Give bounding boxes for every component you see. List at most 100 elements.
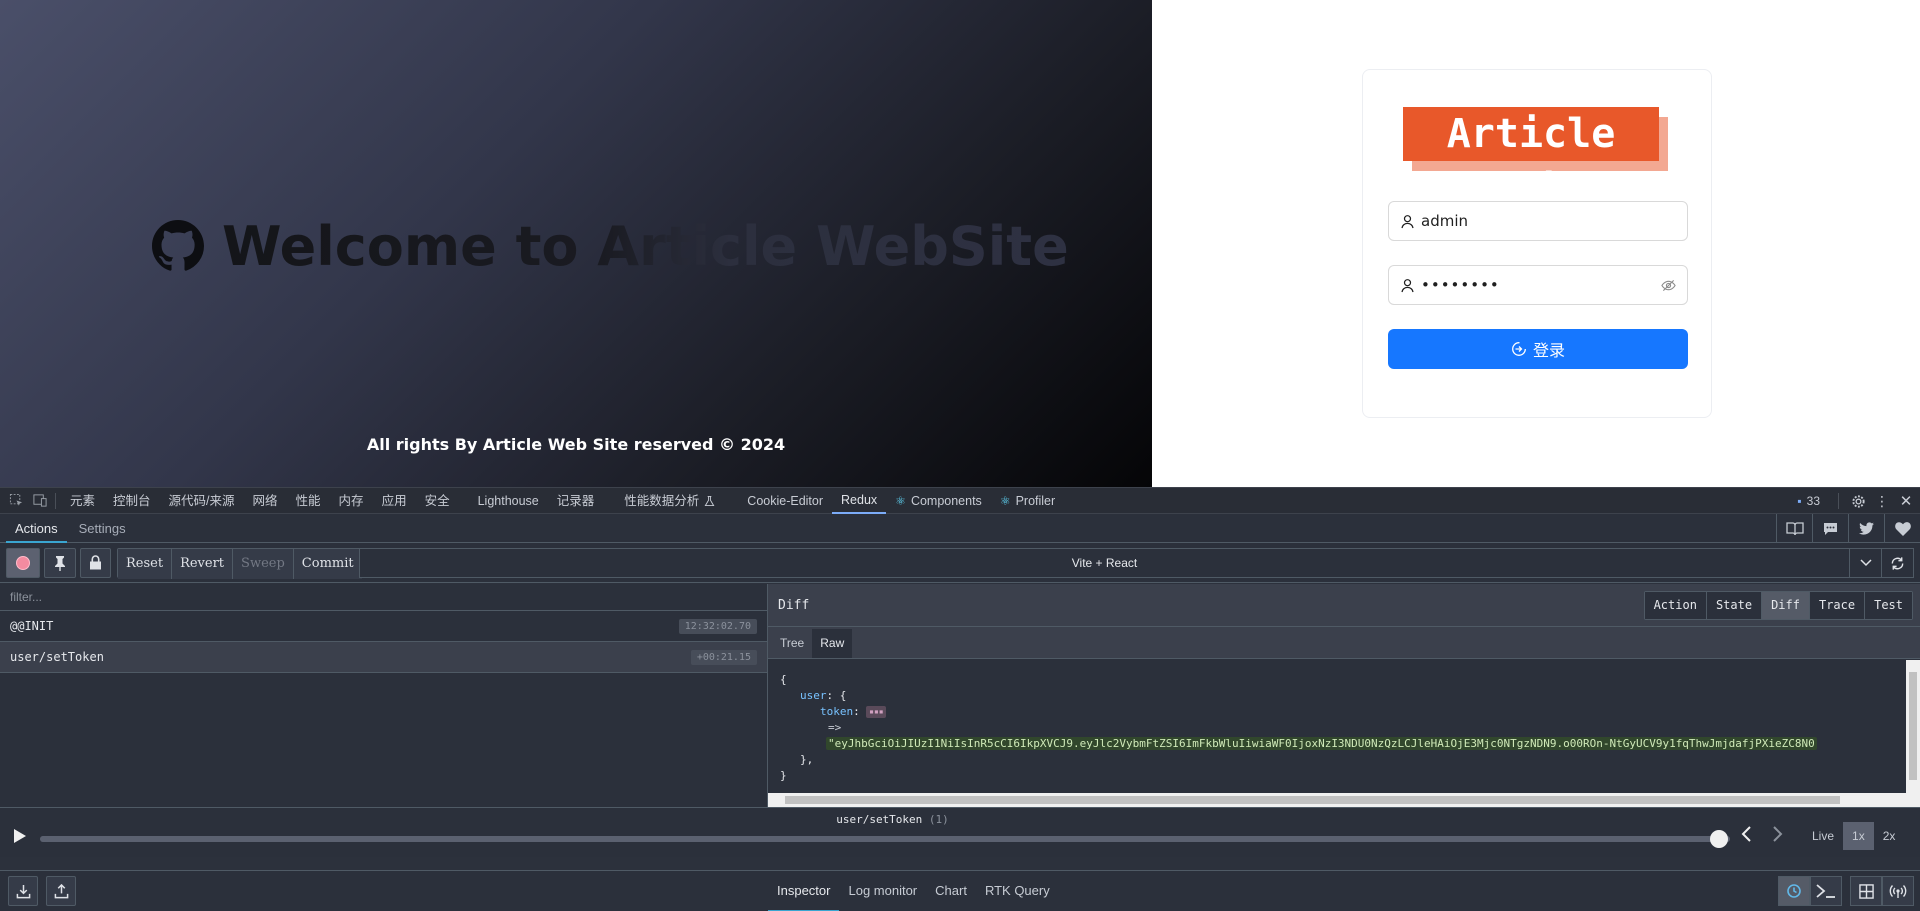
tab-action[interactable]: Action xyxy=(1644,592,1707,619)
history-button-group: Reset Revert Sweep Commit xyxy=(117,547,363,579)
terminal-icon xyxy=(1816,884,1835,898)
tab-application[interactable]: 应用 xyxy=(373,488,416,514)
action-item[interactable]: user/setToken +00:21.15 xyxy=(0,642,767,673)
code-line: } xyxy=(780,768,1906,784)
react-icon: ⚛ xyxy=(999,493,1011,508)
slider-track[interactable] xyxy=(40,836,1730,842)
inspector-tabs: Action State Diff Trace Test xyxy=(1643,591,1913,620)
remote-button[interactable] xyxy=(1882,876,1914,906)
username-field[interactable]: admin xyxy=(1388,201,1688,241)
reset-button[interactable]: Reset xyxy=(118,548,173,579)
gear-icon[interactable] xyxy=(1848,491,1868,511)
tab-performance[interactable]: 性能 xyxy=(287,488,330,514)
dispatcher-button[interactable] xyxy=(1810,876,1842,906)
device-toolbar-icon[interactable] xyxy=(30,491,50,511)
tab-inspector[interactable]: Inspector xyxy=(768,871,840,911)
monitor-tabs: Inspector Log monitor Chart RTK Query xyxy=(768,871,1059,911)
chevron-right-icon[interactable] xyxy=(1768,824,1786,844)
inspector-header: Diff Action State Diff Trace Test xyxy=(768,584,1920,627)
close-icon[interactable]: ✕ xyxy=(1896,491,1916,511)
scrollbar-thumb[interactable] xyxy=(1909,672,1917,780)
tab-profiler[interactable]: ⚛ Profiler xyxy=(991,488,1064,514)
tab-memory[interactable]: 内存 xyxy=(330,488,373,514)
tab-performance-insights[interactable]: 性能数据分析 xyxy=(615,488,724,514)
horizontal-scrollbar[interactable] xyxy=(768,793,1920,807)
tab-security[interactable]: 安全 xyxy=(416,488,459,514)
book-icon[interactable] xyxy=(1776,514,1812,543)
grid-icon xyxy=(1858,883,1874,899)
tab-state[interactable]: State xyxy=(1706,592,1763,619)
tab-trace[interactable]: Trace xyxy=(1809,592,1866,619)
export-button[interactable] xyxy=(46,876,76,906)
inspect-element-icon[interactable] xyxy=(6,491,26,511)
tab-lighthouse[interactable]: Lighthouse xyxy=(469,488,548,514)
action-list: filter... @@INIT 12:32:02.70 user/setTok… xyxy=(0,584,768,807)
tab-rtk-query[interactable]: RTK Query xyxy=(976,871,1059,911)
revert-button[interactable]: Revert xyxy=(172,548,234,579)
tab-settings[interactable]: Settings xyxy=(70,514,135,543)
lock-icon xyxy=(90,555,101,570)
logo: Article Web xyxy=(1403,107,1668,211)
speed-1x-button[interactable]: 1x xyxy=(1843,822,1874,850)
tab-components[interactable]: ⚛ Components xyxy=(886,488,991,514)
password-field[interactable]: •••••••• xyxy=(1388,265,1688,305)
heart-icon[interactable] xyxy=(1884,514,1920,543)
slider-handle[interactable] xyxy=(1710,830,1728,848)
flask-icon xyxy=(704,495,715,506)
token-value: "eyJhbGciOiJIUzI1NiIsInR5cCI6IkpXVCJ9.ey… xyxy=(826,737,1817,750)
code-line: "eyJhbGciOiJIUzI1NiIsInR5cCI6IkpXVCJ9.ey… xyxy=(780,736,1906,752)
action-item[interactable]: @@INIT 12:32:02.70 xyxy=(0,611,767,642)
tab-network[interactable]: 网络 xyxy=(244,488,287,514)
tab-chart[interactable]: Chart xyxy=(926,871,976,911)
speed-2x-button[interactable]: 2x xyxy=(1874,822,1905,850)
more-vertical-icon[interactable]: ⋮ xyxy=(1872,491,1892,511)
devtools-panel: 元素 控制台 源代码/来源 网络 性能 内存 应用 安全 Lighthouse … xyxy=(0,487,1920,911)
comment-icon[interactable] xyxy=(1812,514,1848,543)
chevron-down-icon[interactable] xyxy=(1849,549,1881,577)
password-value[interactable]: •••••••• xyxy=(1421,276,1655,294)
layout-button[interactable] xyxy=(1850,876,1882,906)
hero-title: Welcome to Article WebSite xyxy=(152,212,1069,280)
username-value[interactable]: admin xyxy=(1421,212,1676,230)
tab-sources[interactable]: 源代码/来源 xyxy=(160,488,244,514)
tab-log-monitor[interactable]: Log monitor xyxy=(839,871,926,911)
tab-tree[interactable]: Tree xyxy=(772,629,812,658)
page-viewport: Welcome to Article WebSite All rights By… xyxy=(0,0,1920,487)
tab-diff[interactable]: Diff xyxy=(1762,592,1810,619)
time-travel-button[interactable] xyxy=(1778,876,1810,906)
pin-button[interactable] xyxy=(44,547,76,578)
filter-input[interactable]: filter... xyxy=(0,584,767,611)
play-button[interactable] xyxy=(10,826,30,846)
twitter-icon[interactable] xyxy=(1848,514,1884,543)
lock-button[interactable] xyxy=(80,547,111,578)
tab-test[interactable]: Test xyxy=(1865,592,1912,619)
play-icon xyxy=(14,829,26,843)
tab-components-label: Components xyxy=(910,493,982,508)
code-line: user: { xyxy=(780,688,1906,704)
scrollbar-thumb[interactable] xyxy=(785,796,1840,804)
tab-performance-insights-label: 性能数据分析 xyxy=(624,493,700,508)
live-button[interactable]: Live xyxy=(1803,822,1843,850)
tab-recorder[interactable]: 记录器 xyxy=(548,488,604,514)
tab-elements[interactable]: 元素 xyxy=(61,488,104,514)
slider-action-count: (1) xyxy=(928,813,949,826)
github-icon[interactable] xyxy=(152,220,204,272)
login-button[interactable]: 登录 xyxy=(1388,329,1688,369)
sweep-button[interactable]: Sweep xyxy=(233,548,294,579)
divider xyxy=(1838,493,1839,509)
tab-cookie-editor[interactable]: Cookie-Editor xyxy=(738,488,832,514)
tab-actions[interactable]: Actions xyxy=(6,514,67,543)
tab-console[interactable]: 控制台 xyxy=(104,488,160,514)
sync-icon[interactable] xyxy=(1881,549,1913,577)
record-icon xyxy=(16,555,30,570)
eye-invisible-icon[interactable] xyxy=(1661,278,1676,293)
tab-redux[interactable]: Redux xyxy=(832,488,887,514)
commit-button[interactable]: Commit xyxy=(293,548,362,579)
vertical-scrollbar[interactable] xyxy=(1906,660,1920,793)
instance-select[interactable]: Vite + React xyxy=(359,548,1914,578)
chevron-left-icon[interactable] xyxy=(1738,824,1756,844)
issues-counter[interactable]: ▪ 33 xyxy=(1788,488,1829,514)
import-button[interactable] xyxy=(8,876,38,906)
record-button[interactable] xyxy=(6,547,40,578)
tab-raw[interactable]: Raw xyxy=(812,629,853,658)
